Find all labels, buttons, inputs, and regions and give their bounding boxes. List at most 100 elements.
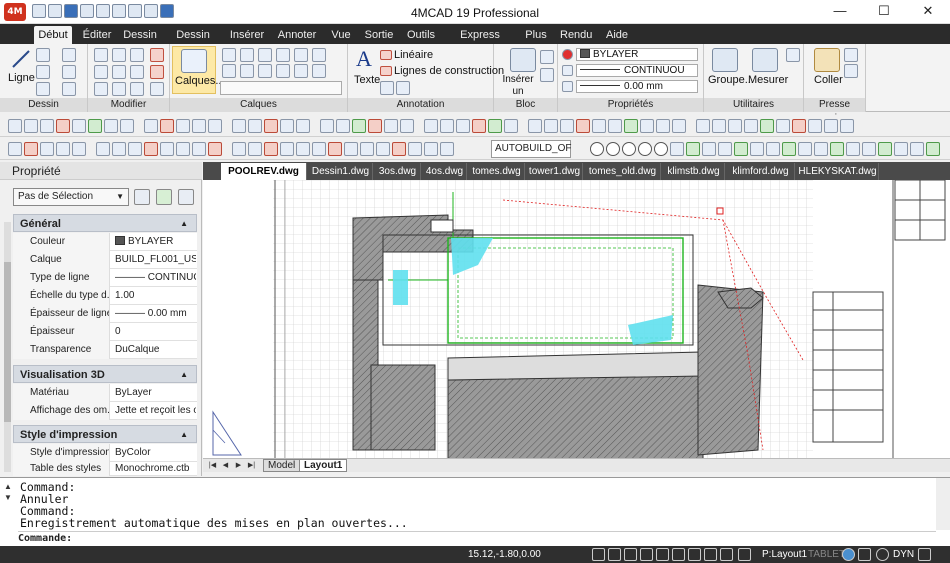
panel-scrollbar[interactable] (4, 222, 11, 472)
workspace-icon[interactable] (858, 548, 871, 561)
render-tool-icon[interactable] (702, 142, 716, 156)
first-layout-icon[interactable]: |◀ (207, 460, 218, 471)
copy-clip-icon[interactable] (844, 64, 858, 78)
layout-indicator[interactable]: P:Layout1 (762, 549, 807, 560)
extend-icon[interactable] (112, 82, 126, 96)
layer-tool-9-icon[interactable] (258, 64, 272, 78)
tb1-tool-icon[interactable] (232, 119, 246, 133)
prop-row-epaisseur-ligne[interactable]: Épaisseur de ligne ——— 0.00 mm (13, 305, 197, 323)
prop-row-epaisseur[interactable]: Épaisseur 0 (13, 323, 197, 341)
group-label-annotation[interactable]: Annotation (348, 98, 493, 112)
tb2-tool-icon[interactable] (160, 142, 174, 156)
tb1-tool-icon[interactable] (560, 119, 574, 133)
measure-icon[interactable] (752, 48, 778, 72)
selection-dropdown[interactable]: Pas de Sélection ▼ (13, 188, 129, 206)
render-tool-icon[interactable] (766, 142, 780, 156)
qprops-icon[interactable] (720, 548, 733, 561)
tab-aide[interactable]: Aide (602, 26, 632, 44)
tb1-tool-icon[interactable] (208, 119, 222, 133)
prop-value[interactable]: Jette et reçoit les o... (112, 402, 196, 420)
tb1-tool-icon[interactable] (504, 119, 518, 133)
tb1-tool-icon[interactable] (400, 119, 414, 133)
tb1-tool-icon[interactable] (120, 119, 134, 133)
tb1-tool-icon[interactable] (456, 119, 470, 133)
group-label-modifier[interactable]: Modifier (88, 98, 169, 112)
layer-tool-2-icon[interactable] (240, 48, 254, 62)
layer-tool-5-icon[interactable] (294, 48, 308, 62)
tb1-tool-icon[interactable] (40, 119, 54, 133)
doc-tab-poolrev[interactable]: POOLREV.dwg (221, 163, 307, 180)
settings-icon[interactable] (842, 548, 855, 561)
render-tool-icon[interactable] (830, 142, 844, 156)
layer-tool-1-icon[interactable] (222, 48, 236, 62)
tab-debut[interactable]: Début (34, 26, 72, 44)
doc-tab-3os[interactable]: 3os.dwg (375, 163, 421, 180)
tb1-tool-icon[interactable] (280, 119, 294, 133)
tab-annoter[interactable]: Annoter (276, 26, 318, 44)
tb2-tool-icon[interactable] (208, 142, 222, 156)
layer-dropdown[interactable] (220, 81, 342, 95)
prop-row-type-ligne[interactable]: Type de ligne——— CONTINUO... (13, 269, 197, 287)
command-scrollbar[interactable] (936, 478, 950, 530)
prop-row-table-styles[interactable]: Table des styles Monochrome.ctb (13, 462, 197, 476)
tb1-tool-icon[interactable] (424, 119, 438, 133)
tb2-tool-icon[interactable] (408, 142, 422, 156)
tb1-tool-icon[interactable] (672, 119, 686, 133)
tb2-tool-icon[interactable] (8, 142, 22, 156)
tb1-tool-icon[interactable] (712, 119, 726, 133)
layer-combo[interactable]: AUTOBUILD_OF (491, 140, 572, 158)
doc-tab-4os[interactable]: 4os.dwg (423, 163, 467, 180)
prev-layout-icon[interactable]: ◀ (220, 460, 231, 471)
tb2-tool-icon[interactable] (40, 142, 54, 156)
offset-icon[interactable] (150, 82, 164, 96)
snap-icon[interactable] (592, 548, 605, 561)
layer-tool-7-icon[interactable] (222, 64, 236, 78)
texte-button[interactable]: Texte (354, 74, 380, 86)
block-tool-2-icon[interactable] (540, 68, 554, 82)
layout-tab-layout1[interactable]: Layout1 (299, 459, 348, 472)
tb1-tool-icon[interactable] (696, 119, 710, 133)
group-label-bloc[interactable]: Bloc (494, 98, 557, 112)
tb1-tool-icon[interactable] (440, 119, 454, 133)
tb1-tool-icon[interactable] (656, 119, 670, 133)
render-tool-icon[interactable] (622, 142, 636, 156)
linetype-dropdown[interactable]: CONTINUOU (576, 64, 698, 77)
tb2-tool-icon[interactable] (424, 142, 438, 156)
tb1-tool-icon[interactable] (336, 119, 350, 133)
tb1-tool-icon[interactable] (8, 119, 22, 133)
drawing-canvas[interactable] (203, 180, 950, 458)
layer-tool-8-icon[interactable] (240, 64, 254, 78)
doc-tab-tower1[interactable]: tower1.dwg (527, 163, 583, 180)
tb2-tool-icon[interactable] (264, 142, 278, 156)
groupe-button[interactable]: Groupe... (708, 74, 754, 86)
paste-icon[interactable] (814, 48, 840, 72)
render-tool-icon[interactable] (798, 142, 812, 156)
tb1-tool-icon[interactable] (24, 119, 38, 133)
render-tool-icon[interactable] (846, 142, 860, 156)
render-tool-icon[interactable] (862, 142, 876, 156)
tb2-tool-icon[interactable] (296, 142, 310, 156)
prop-value[interactable]: 1.00 (112, 287, 196, 305)
tb1-tool-icon[interactable] (320, 119, 334, 133)
prop-value[interactable]: Monochrome.ctb (112, 462, 196, 476)
prop-value[interactable]: ——— CONTINUO... (112, 269, 196, 287)
doc-tab-tomes-old[interactable]: tomes_old.dwg (585, 163, 661, 180)
tb1-tool-icon[interactable] (104, 119, 118, 133)
next-layout-icon[interactable]: ▶ (233, 460, 244, 471)
render-tool-icon[interactable] (750, 142, 764, 156)
tb2-tool-icon[interactable] (144, 142, 158, 156)
prop-row-couleur[interactable]: Couleur BYLAYER (13, 233, 197, 251)
command-input[interactable]: Commande: (18, 531, 936, 545)
tb1-tool-icon[interactable] (808, 119, 822, 133)
calques-button[interactable]: Calques... (172, 46, 225, 94)
group-label-presse-papiers[interactable]: Presse papiers (804, 98, 865, 124)
prop-value[interactable]: 0 (112, 323, 196, 341)
tb2-tool-icon[interactable] (96, 142, 110, 156)
tb1-tool-icon[interactable] (592, 119, 606, 133)
group-label-calques[interactable]: Calques (170, 98, 347, 112)
scale-icon[interactable] (112, 65, 126, 79)
tb2-tool-icon[interactable] (72, 142, 86, 156)
tb2-tool-icon[interactable] (56, 142, 70, 156)
tb1-tool-icon[interactable] (544, 119, 558, 133)
ligne-button[interactable]: Ligne (8, 72, 35, 84)
